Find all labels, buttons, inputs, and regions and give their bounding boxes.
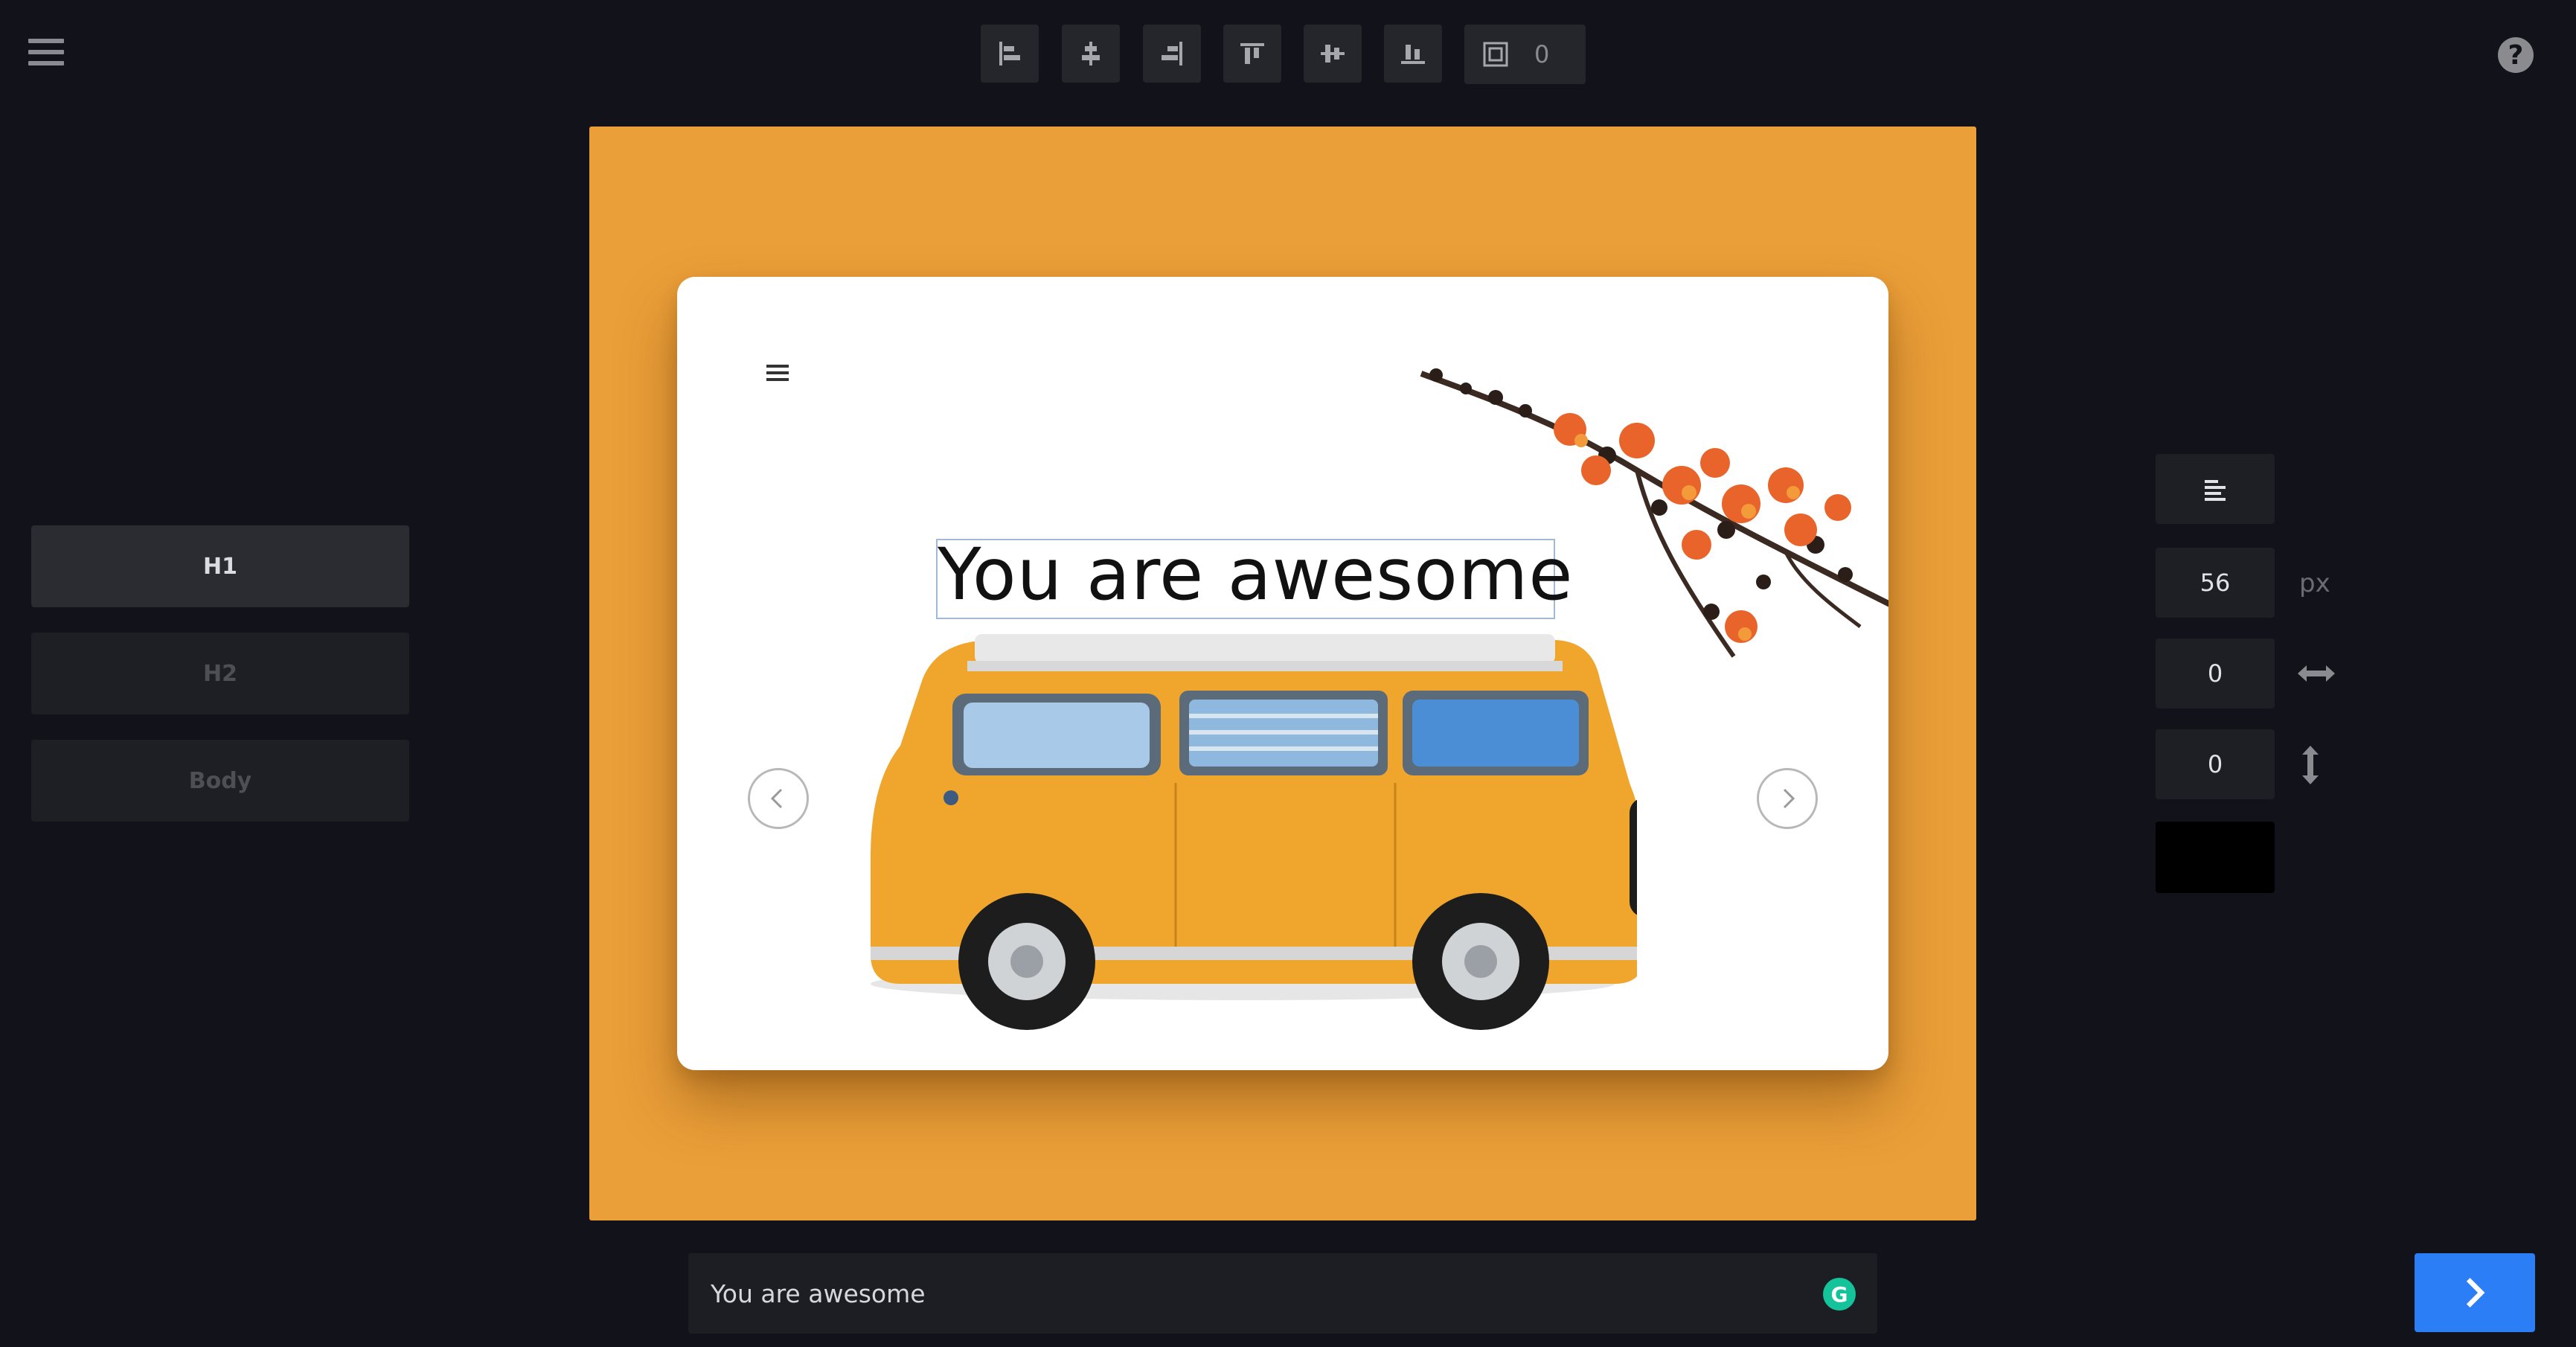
horizontal-arrows-icon	[2298, 665, 2335, 682]
text-align-left-icon	[2205, 480, 2226, 501]
font-size-input[interactable]: 56	[2156, 548, 2275, 618]
headline-text-input[interactable]: You are awesome	[688, 1253, 1877, 1334]
align-top-button[interactable]	[1223, 25, 1281, 83]
align-middle-vertical-button[interactable]	[1304, 25, 1362, 83]
chevron-right-icon	[2466, 1278, 2485, 1308]
slide-card[interactable]: You are awesome	[677, 277, 1888, 1070]
align-left-icon	[999, 42, 1020, 65]
align-bottom-icon	[1401, 45, 1425, 64]
grammarly-icon[interactable]: G	[1823, 1278, 1856, 1311]
padding-icon	[1483, 42, 1508, 67]
yellow-van-image	[871, 634, 1637, 1030]
letter-spacing-input[interactable]: 0	[2156, 639, 2275, 708]
align-right-icon	[1162, 42, 1182, 65]
help-icon[interactable]: ?	[2498, 37, 2534, 73]
chevron-right-icon	[1783, 788, 1795, 809]
next-slide-button[interactable]	[1757, 768, 1818, 829]
align-center-horizontal-icon	[1082, 42, 1100, 65]
next-step-button[interactable]	[2415, 1253, 2535, 1332]
align-right-button[interactable]	[1143, 25, 1201, 83]
line-height-input[interactable]: 0	[2156, 729, 2275, 799]
align-top-icon	[1240, 43, 1264, 64]
font-size-unit: px	[2299, 569, 2330, 598]
align-center-horizontal-button[interactable]	[1062, 25, 1120, 83]
text-color-swatch[interactable]	[2156, 822, 2275, 893]
menu-icon[interactable]	[766, 365, 789, 381]
align-middle-vertical-icon	[1321, 45, 1345, 63]
chevron-left-icon	[770, 788, 783, 809]
main-menu-icon[interactable]	[28, 39, 64, 71]
text-style-h2-button[interactable]: H2	[31, 633, 409, 714]
padding-control[interactable]: 0	[1464, 25, 1586, 84]
headline-text[interactable]: You are awesome	[938, 535, 1572, 615]
text-style-body-button[interactable]: Body	[31, 740, 409, 822]
vertical-arrows-icon	[2302, 746, 2319, 784]
text-align-button[interactable]	[2156, 454, 2275, 524]
padding-value[interactable]: 0	[1534, 40, 1549, 68]
align-bottom-button[interactable]	[1384, 25, 1442, 83]
flower-branch-image	[1420, 368, 1888, 658]
align-left-button[interactable]	[981, 25, 1039, 83]
prev-slide-button[interactable]	[748, 768, 809, 829]
text-style-h1-button[interactable]: H1	[31, 525, 409, 607]
